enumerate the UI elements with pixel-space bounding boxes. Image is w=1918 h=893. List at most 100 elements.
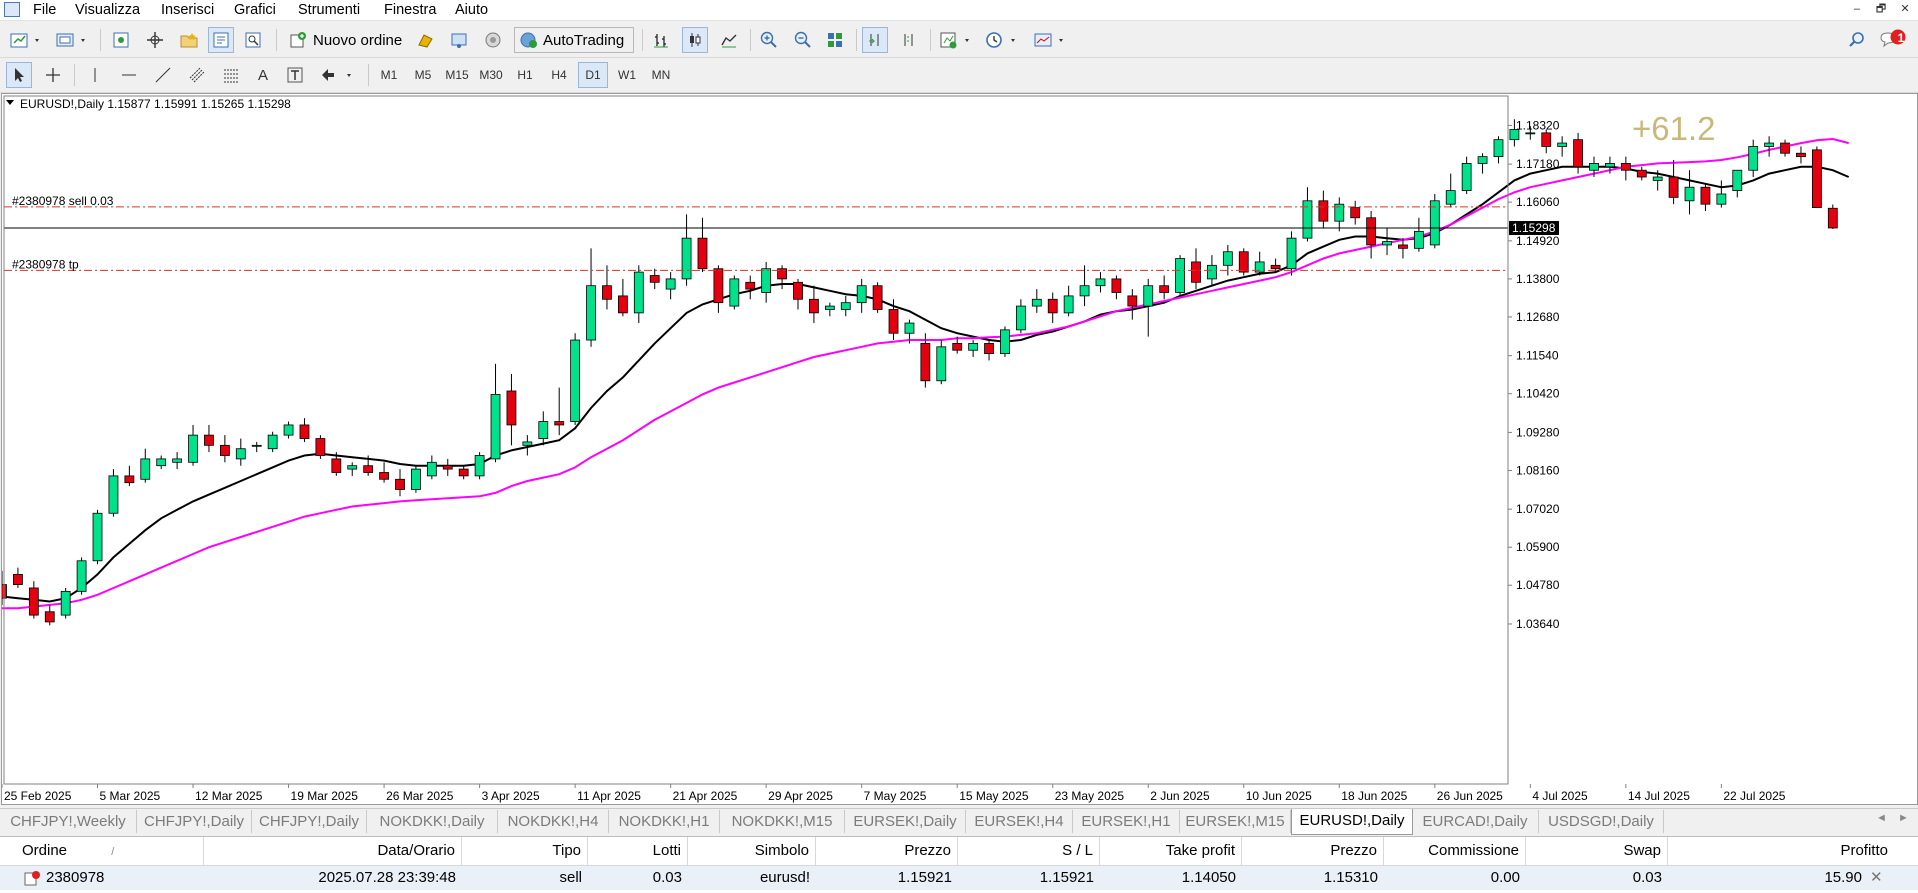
menu-finestra[interactable]: Finestra xyxy=(384,1,436,19)
chart-tab[interactable]: NOKDKK!,H1 xyxy=(609,810,720,833)
tabs-scroll-right-icon[interactable]: ► xyxy=(1898,812,1909,824)
chart-tab[interactable]: CHFJPY!,Daily xyxy=(137,810,252,833)
chart-tab[interactable]: EURSEK!,M15 xyxy=(1180,810,1291,833)
timeframe-w1[interactable]: W1 xyxy=(612,62,642,88)
chart-tab[interactable]: CHFJPY!,Weekly xyxy=(0,810,137,833)
chart-tab[interactable]: NOKDKK!,Daily xyxy=(367,810,498,833)
trendline-button[interactable] xyxy=(150,62,176,88)
col-take-profit[interactable]: Take profit xyxy=(1100,837,1242,865)
restore-icon[interactable]: 🗗 xyxy=(1873,2,1889,17)
timeframe-m30[interactable]: M30 xyxy=(476,62,506,88)
fibonacci-button[interactable] xyxy=(218,62,244,88)
templates-button[interactable] xyxy=(1030,27,1070,53)
chart-tab-active[interactable]: EURUSD!,Daily xyxy=(1291,809,1413,835)
search-button[interactable] xyxy=(1844,27,1870,53)
signals-button[interactable] xyxy=(446,27,472,53)
cursor-tool-button[interactable] xyxy=(6,62,32,88)
menu-strumenti[interactable]: Strumenti xyxy=(298,1,360,19)
col-stop-loss[interactable]: S / L xyxy=(958,837,1100,865)
market-button[interactable] xyxy=(480,27,506,53)
price-chart[interactable]: 1.18320 1.17180 1.16060 1.14920 1.13800 1.126… xyxy=(0,94,1917,804)
col-commissione[interactable]: Commissione xyxy=(1384,837,1526,865)
tabs-scroll-left-icon[interactable]: ◄ xyxy=(1876,812,1887,824)
col-tipo[interactable]: Tipo xyxy=(462,837,588,865)
timeframe-m15[interactable]: M15 xyxy=(442,62,472,88)
profiles-button[interactable] xyxy=(52,27,92,53)
notifications-button[interactable]: 1 xyxy=(1876,27,1910,53)
col-data-orario[interactable]: Data/Orario xyxy=(204,837,462,865)
bear-candle xyxy=(1668,176,1679,198)
data-window-button[interactable] xyxy=(208,27,234,53)
timeframe-m1[interactable]: M1 xyxy=(374,62,404,88)
bull-candle xyxy=(633,271,644,314)
chart-tab[interactable]: EURSEK!,Daily xyxy=(845,810,966,833)
text-label-button[interactable] xyxy=(282,62,308,88)
indicators-button[interactable] xyxy=(936,27,976,53)
favorites-button[interactable] xyxy=(176,27,202,53)
collapse-triangle-icon[interactable] xyxy=(6,100,14,105)
chart-tab[interactable]: EURSEK!,H1 xyxy=(1073,810,1180,833)
timeframe-d1[interactable]: D1 xyxy=(578,62,608,88)
chart-window[interactable]: 1.18320 1.17180 1.16060 1.14920 1.13800 1.126… xyxy=(0,93,1918,805)
bull-candle xyxy=(681,237,692,280)
col-profitto[interactable]: Profitto xyxy=(1668,837,1894,865)
bear-candle xyxy=(1398,244,1408,249)
col-prezzo-current[interactable]: Prezzo xyxy=(1242,837,1384,865)
zoom-out-button[interactable] xyxy=(790,27,816,53)
market-watch-button[interactable] xyxy=(108,27,134,53)
menu-aiuto[interactable]: Aiuto xyxy=(455,1,488,19)
col-swap[interactable]: Swap xyxy=(1526,837,1668,865)
menu-inserisci[interactable]: Inserisci xyxy=(161,1,214,19)
menu-visualizza[interactable]: Visualizza xyxy=(75,1,140,19)
bull-candle xyxy=(156,458,167,467)
tile-windows-button[interactable] xyxy=(822,27,848,53)
col-prezzo[interactable]: Prezzo xyxy=(816,837,958,865)
chart-shift-button[interactable] xyxy=(896,27,922,53)
x-tick-label: 29 Apr 2025 xyxy=(768,789,833,803)
menu-file[interactable]: File xyxy=(33,1,56,19)
chart-tab[interactable]: EURSEK!,H4 xyxy=(966,810,1073,833)
editor-icon xyxy=(418,34,433,48)
timeframe-h4[interactable]: H4 xyxy=(544,62,574,88)
app-icon[interactable] xyxy=(4,2,20,17)
timeframe-h1[interactable]: H1 xyxy=(510,62,540,88)
zoom-in-button[interactable] xyxy=(756,27,782,53)
arrows-button[interactable] xyxy=(316,62,360,88)
text-button[interactable]: A xyxy=(250,62,276,88)
autotrading-button[interactable]: AutoTrading xyxy=(514,27,634,53)
chart-tab[interactable]: EURCAD!,Daily xyxy=(1412,810,1539,833)
chart-tab[interactable]: USDSGD!,Daily xyxy=(1539,810,1664,833)
sell-order-label[interactable]: #2380978 sell 0.03 xyxy=(12,194,114,208)
timeframe-mn[interactable]: MN xyxy=(646,62,676,88)
navigator-button[interactable] xyxy=(142,27,168,53)
bar-chart-button[interactable] xyxy=(648,27,674,53)
crosshair-tool-button[interactable] xyxy=(40,62,66,88)
col-simbolo[interactable]: Simbolo xyxy=(688,837,816,865)
col-ordine[interactable]: Ordine / xyxy=(16,837,204,865)
line-chart-button[interactable] xyxy=(716,27,742,53)
close-icon[interactable]: ✕ xyxy=(1897,2,1913,17)
bear-candle xyxy=(204,434,214,446)
chart-tab[interactable]: NOKDKK!,M15 xyxy=(720,810,845,833)
strategy-tester-button[interactable] xyxy=(240,27,266,53)
menu-grafici[interactable]: Grafici xyxy=(234,1,276,19)
bear-candle xyxy=(13,573,23,585)
periods-button[interactable] xyxy=(982,27,1022,53)
new-order-button[interactable]: Nuovo ordine xyxy=(284,27,410,53)
col-lotti[interactable]: Lotti xyxy=(588,837,688,865)
chart-tab[interactable]: NOKDKK!,H4 xyxy=(498,810,609,833)
channel-button[interactable] xyxy=(184,62,210,88)
autoscroll-button[interactable] xyxy=(862,27,888,53)
candlestick-button[interactable] xyxy=(682,27,708,53)
take-profit-label[interactable]: #2380978 tp xyxy=(12,257,79,271)
close-order-icon[interactable]: ✕ xyxy=(1870,868,1883,886)
meta-editor-button[interactable] xyxy=(412,27,438,53)
timeframe-m5[interactable]: M5 xyxy=(408,62,438,88)
table-row[interactable]: 2380978 2025.07.28 23:39:48 sell 0.03 eu… xyxy=(0,866,1918,890)
vertical-line-button[interactable] xyxy=(82,62,108,88)
minimize-icon[interactable]: – xyxy=(1849,2,1865,17)
new-chart-button[interactable] xyxy=(6,27,46,53)
vertical-line-icon xyxy=(94,68,96,82)
horizontal-line-button[interactable] xyxy=(116,62,142,88)
chart-tab[interactable]: CHFJPY!,Daily xyxy=(252,810,367,833)
